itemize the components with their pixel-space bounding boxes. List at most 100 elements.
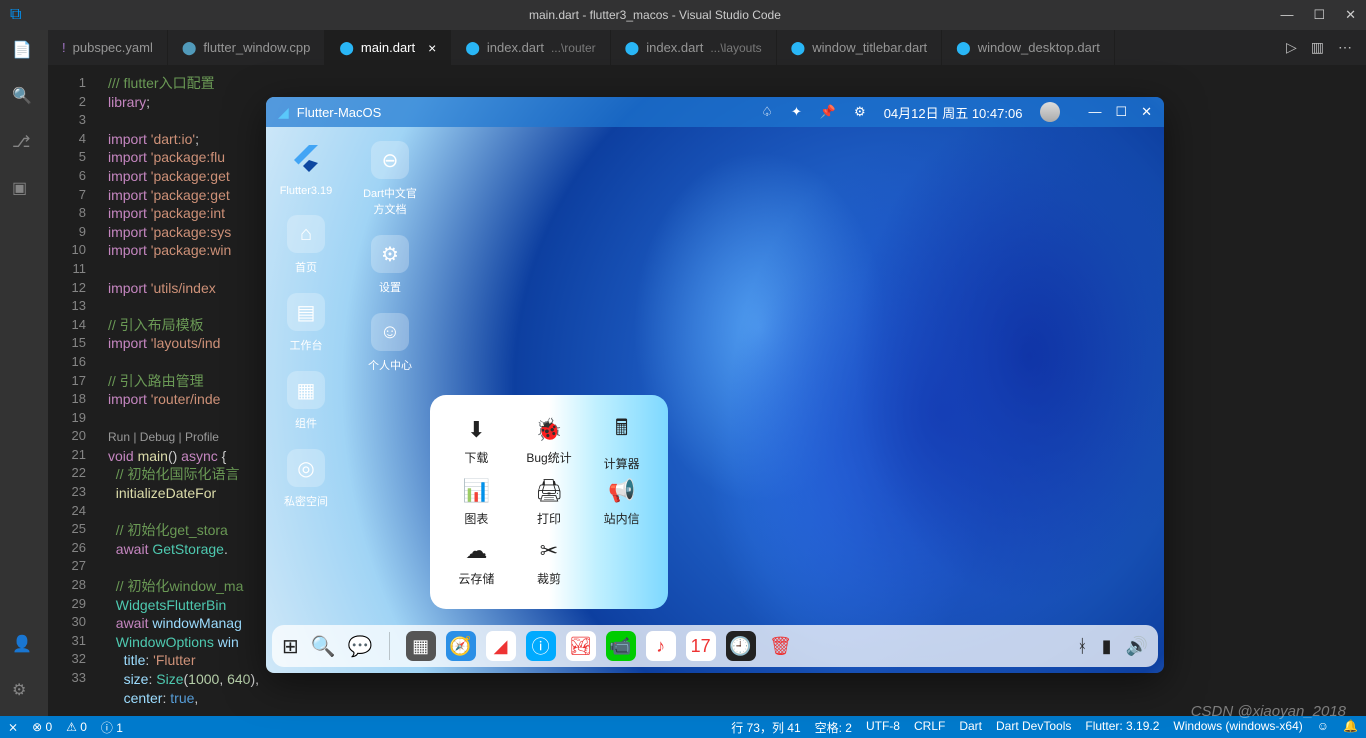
widgets-icon: ▦	[287, 371, 325, 409]
tab-window_titlebar-dart[interactable]: ⬤window_titlebar.dart	[777, 30, 942, 65]
bell-icon[interactable]: 🔔	[1343, 719, 1358, 736]
tab-main-dart[interactable]: ⬤main.dart×	[325, 30, 451, 65]
more-icon[interactable]: ⋯	[1338, 39, 1352, 56]
macos-titlebar[interactable]: ◢ Flutter-MacOS ♤ ✦ 📌 ⚙ 04月12日 周五 10:47:…	[266, 97, 1164, 127]
tray-bluetooth-icon[interactable]: ᚼ	[1077, 636, 1088, 657]
encoding[interactable]: UTF-8	[866, 719, 900, 736]
dock-app-info[interactable]: ⓘ	[526, 631, 556, 661]
win-minimize-icon[interactable]: —	[1280, 7, 1293, 23]
bell-icon[interactable]: ♤	[761, 104, 773, 120]
popup-item-mail[interactable]: 📢站内信	[585, 472, 658, 533]
tray-battery-icon[interactable]: ▮	[1102, 636, 1112, 657]
dock-app-photos[interactable]: 🏞	[566, 631, 596, 661]
sidebar-item-private[interactable]: ◎私密空间	[284, 449, 328, 509]
calc-icon: 🖩	[615, 411, 628, 449]
dock-app-facetime[interactable]: 📹	[606, 631, 636, 661]
explorer-icon[interactable]: 📄	[12, 40, 36, 64]
macos-sidebar: Flutter3.19 ⌂首页 ▤工作台 ▦ 组件 ◎私密空间	[266, 127, 346, 509]
pin-icon[interactable]: 📌	[820, 104, 836, 120]
sidebar-label: 组件	[295, 415, 317, 431]
file-icon: ⬤	[182, 40, 197, 56]
chart-icon: 📊	[463, 478, 490, 504]
popup-item-print[interactable]: 🖨打印	[513, 472, 586, 533]
remote-icon[interactable]: ⨯	[8, 720, 18, 734]
win-close-icon[interactable]: ✕	[1345, 7, 1356, 23]
popup-item-crop[interactable]: ✂裁剪	[513, 533, 586, 594]
dock-app-safari[interactable]: 🧭	[446, 631, 476, 661]
magic-icon[interactable]: ✦	[791, 104, 802, 120]
window-title: main.dart - flutter3_macos - Visual Stud…	[29, 8, 1280, 22]
macos-sidebar-col2: ⊖Dart中文官 方文档 ⚙设置 ☺个人中心	[352, 127, 428, 373]
feedback-icon[interactable]: ☺	[1317, 719, 1329, 736]
avatar[interactable]	[1040, 102, 1060, 122]
tab-window_desktop-dart[interactable]: ⬤window_desktop.dart	[942, 30, 1115, 65]
mac-minimize-icon[interactable]: —	[1088, 104, 1101, 120]
mac-close-icon[interactable]: ✕	[1141, 104, 1152, 120]
mac-maximize-icon[interactable]: ☐	[1115, 104, 1127, 120]
dock-app-flutter[interactable]: ◢	[486, 631, 516, 661]
tab-label: window_desktop.dart	[978, 40, 1100, 55]
sidebar-item-home[interactable]: ⌂首页	[287, 215, 325, 275]
search-icon[interactable]: 🔍	[12, 86, 36, 110]
tab-flutter_window-cpp[interactable]: ⬤flutter_window.cpp	[168, 30, 326, 65]
gear-icon[interactable]: ⚙	[854, 104, 866, 120]
popup-item-cloud[interactable]: ☁云存储	[440, 533, 513, 594]
indent[interactable]: 空格: 2	[815, 719, 852, 736]
sidebar-item-flutter[interactable]: Flutter3.19	[280, 141, 333, 197]
popup-item-chart[interactable]: 📊图表	[440, 472, 513, 533]
sidebar-item-workbench[interactable]: ▤工作台	[287, 293, 325, 353]
crop-icon: ✂	[540, 538, 558, 564]
sidebar-label: Dart中文官 方文档	[363, 185, 417, 217]
file-icon: ⬤	[625, 40, 640, 56]
sidebar-item-settings[interactable]: ⚙设置	[371, 235, 409, 295]
dock-app-trash[interactable]: 🗑	[766, 631, 796, 661]
close-icon[interactable]: ×	[428, 40, 436, 56]
language-mode[interactable]: Dart	[959, 719, 982, 736]
tab-path: ...\router	[551, 41, 596, 55]
bug-icon: 🐞	[535, 417, 562, 443]
tab-label: index.dart	[646, 40, 703, 55]
popup-item-calc[interactable]: 🖩计算器	[585, 411, 658, 472]
status-warnings[interactable]: ⚠ 0	[66, 720, 87, 734]
download-icon: ⬇	[467, 417, 485, 443]
tray-volume-icon[interactable]: 🔊	[1126, 636, 1148, 657]
split-editor-icon[interactable]: ▥	[1311, 39, 1324, 56]
dock-grid-icon[interactable]: ⊞	[282, 634, 299, 659]
cursor-position[interactable]: 行 73，列 41	[731, 719, 800, 736]
devtools[interactable]: Dart DevTools	[996, 719, 1071, 736]
dock-app-calendar[interactable]: 17	[686, 631, 716, 661]
win-maximize-icon[interactable]: ☐	[1313, 7, 1325, 23]
account-icon[interactable]: 👤	[12, 634, 36, 658]
sidebar-item-dart-doc[interactable]: ⊖Dart中文官 方文档	[363, 141, 417, 217]
sidebar-item-profile[interactable]: ☺个人中心	[368, 313, 412, 373]
scm-icon[interactable]: ⎇	[12, 132, 36, 156]
tab-path: ...\layouts	[710, 41, 761, 55]
flutter-version[interactable]: Flutter: 3.19.2	[1085, 719, 1159, 736]
status-info[interactable]: ⓘ 1	[101, 719, 123, 736]
sidebar-label: 设置	[379, 279, 401, 295]
dock-app-clock[interactable]: 🕘	[726, 631, 756, 661]
tab-index-dart[interactable]: ⬤ index.dart ...\layouts	[611, 30, 777, 65]
dock-separator	[389, 632, 390, 660]
status-errors[interactable]: ⊗ 0	[32, 720, 52, 734]
sidebar-item-widgets[interactable]: ▦ 组件	[287, 371, 325, 431]
dock-search-icon[interactable]: 🔍	[311, 634, 336, 659]
vscode-logo-icon: ⧉	[10, 6, 21, 24]
run-icon[interactable]: ▷	[1286, 39, 1297, 56]
sidebar-label: 工作台	[290, 337, 323, 353]
sidebar-label: 私密空间	[284, 493, 328, 509]
popup-item-download[interactable]: ⬇下载	[440, 411, 513, 472]
dock-app-music[interactable]: ♪	[646, 631, 676, 661]
dock-wechat-icon[interactable]: 💬	[348, 634, 373, 659]
popup-item-bug[interactable]: 🐞Bug统计	[513, 411, 586, 472]
file-icon: ⬤	[339, 40, 354, 56]
profile-icon: ☺	[371, 313, 409, 351]
tab-index-dart[interactable]: ⬤index.dart...\router	[451, 30, 610, 65]
gear-icon[interactable]: ⚙	[12, 680, 36, 704]
eol[interactable]: CRLF	[914, 719, 945, 736]
sidebar-label: 首页	[295, 259, 317, 275]
device[interactable]: Windows (windows-x64)	[1173, 719, 1302, 736]
dock-app-apps[interactable]: ▦	[406, 631, 436, 661]
tab-pubspec-yaml[interactable]: !pubspec.yaml	[48, 30, 168, 65]
extensions-icon[interactable]: ▣	[12, 178, 36, 202]
